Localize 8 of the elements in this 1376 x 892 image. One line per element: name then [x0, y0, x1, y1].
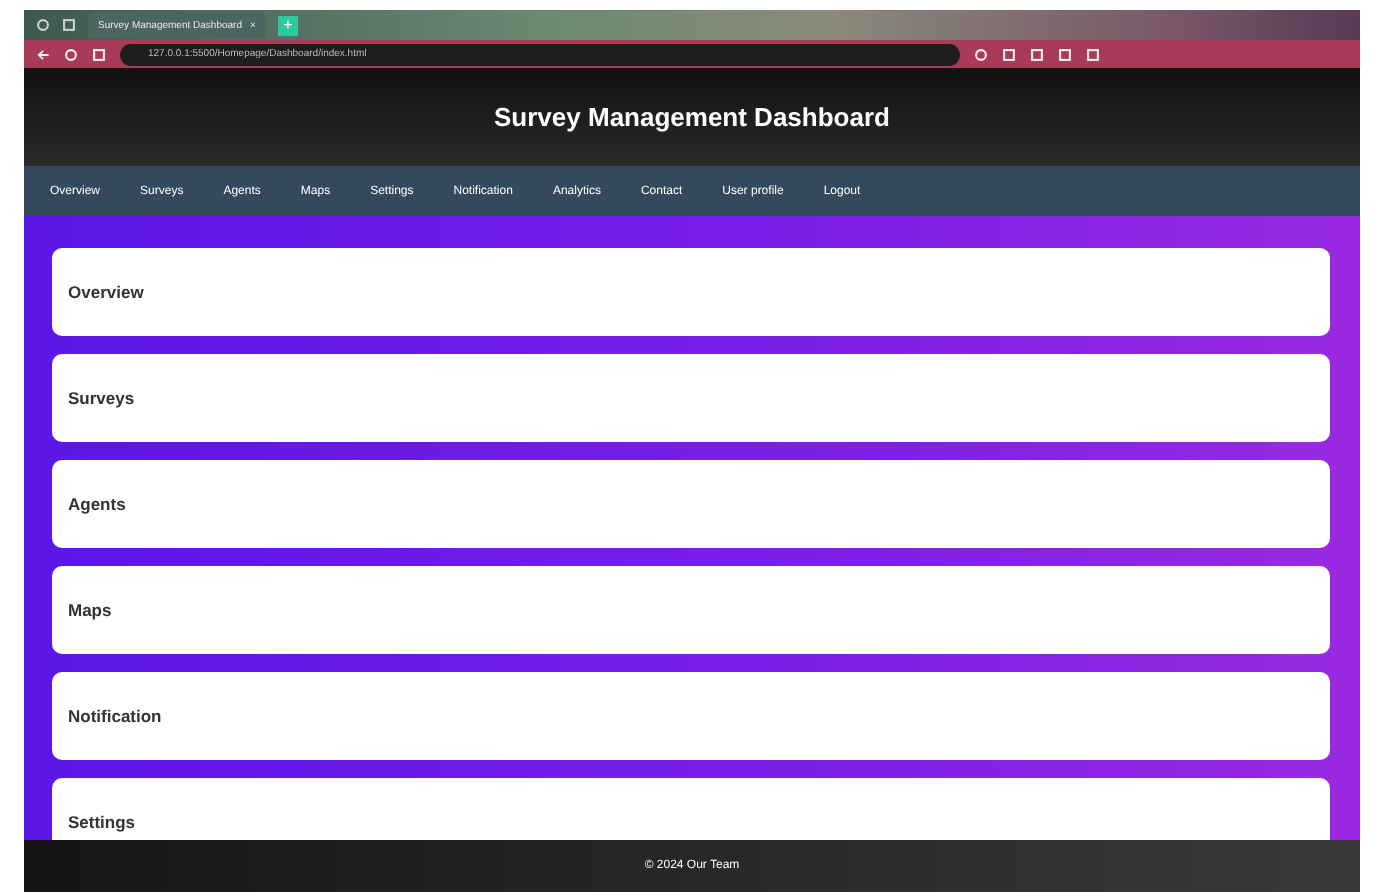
section-title: Overview [68, 282, 144, 302]
page-title: Survey Management Dashboard [494, 102, 890, 132]
section-title: Maps [68, 600, 112, 620]
back-icon[interactable] [36, 47, 50, 61]
section-title: Notification [68, 706, 162, 726]
section-title: Settings [68, 812, 136, 832]
section-title: Surveys [68, 388, 135, 408]
section-title: Agents [68, 494, 126, 514]
